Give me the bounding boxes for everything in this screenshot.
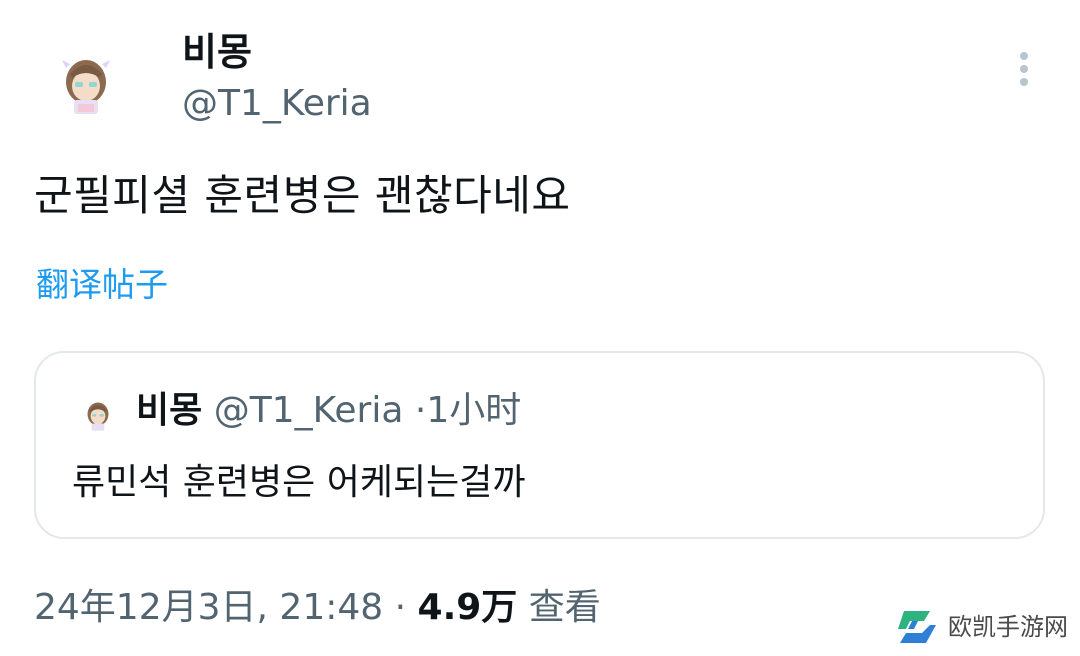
quote-avatar[interactable] <box>76 391 120 435</box>
footer-separator: · <box>394 587 407 628</box>
more-vertical-icon <box>1020 52 1028 86</box>
quote-text: 류민석 훈련병은 어케되는걸까 <box>72 462 526 503</box>
tweet-timestamp[interactable]: 24年12月3日, 21:48 <box>34 587 383 628</box>
tweet-metadata: 24年12月3日, 21:48 · 4.9万 查看 <box>34 582 601 634</box>
views-count[interactable]: 4.9万 <box>418 587 518 628</box>
avatar-icon <box>44 38 128 122</box>
ok-logo-icon <box>898 611 936 643</box>
quoted-tweet-card[interactable]: 비몽 @T1_Keria ·1小时 류민석 훈련병은 어케되는걸까 <box>34 351 1045 539</box>
quote-time[interactable]: 1小时 <box>426 390 521 431</box>
views-label[interactable]: 查看 <box>529 587 601 628</box>
watermark: 欧凯手游网 <box>894 607 1068 647</box>
author-avatar[interactable] <box>44 38 128 122</box>
watermark-text: 欧凯手游网 <box>948 613 1068 641</box>
quote-separator: · <box>414 390 427 431</box>
quote-handle[interactable]: @T1_Keria <box>214 390 404 431</box>
author-handle[interactable]: @T1_Keria <box>182 80 372 128</box>
author-display-name[interactable]: 비몽 <box>182 26 252 78</box>
translate-post-link[interactable]: 翻译帖子 <box>36 262 168 308</box>
tweet-text: 군필피셜 훈련병은 괜찮다네요 <box>34 171 571 220</box>
quote-display-name[interactable]: 비몽 <box>136 390 202 431</box>
quote-header: 비몽 @T1_Keria ·1小时 <box>136 385 521 437</box>
avatar-icon <box>76 391 120 435</box>
more-options-button[interactable] <box>1006 46 1042 92</box>
